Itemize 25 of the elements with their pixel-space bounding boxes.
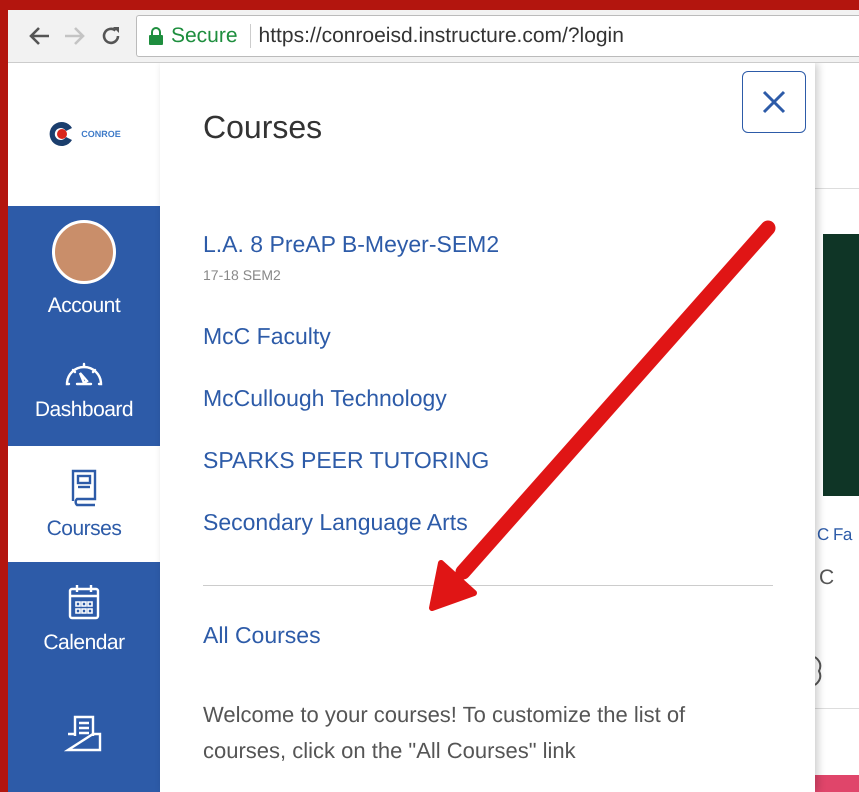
calendar-icon xyxy=(67,583,101,622)
close-button[interactable] xyxy=(742,71,806,133)
nav-item[interactable]: Calendar xyxy=(8,562,160,677)
lock-icon xyxy=(149,27,163,45)
card-title[interactable]: C Fa xyxy=(817,525,852,545)
course-link[interactable]: SPARKS PEER TUTORING xyxy=(203,447,773,474)
tray-title: Courses xyxy=(203,109,322,146)
course-link[interactable]: Secondary Language Arts xyxy=(203,509,773,536)
nav-item[interactable]: Account xyxy=(8,206,160,332)
all-courses-link[interactable]: All Courses xyxy=(203,622,321,648)
back-icon[interactable] xyxy=(28,26,50,46)
url-text: https://conroeisd.instructure.com/?login xyxy=(258,24,624,48)
course-link[interactable]: McC Faculty xyxy=(203,323,773,350)
reload-icon[interactable] xyxy=(100,25,122,47)
card-bar xyxy=(815,775,859,792)
welcome-text: Welcome to your courses! To customize the list of courses, click on the "All Courses" link xyxy=(203,701,686,765)
nav-item[interactable]: Dashboard xyxy=(8,331,160,446)
logo-text: CONROE xyxy=(81,129,121,140)
card-subtitle: C xyxy=(819,566,834,590)
course-link[interactable]: L.A. 8 PreAP B-Meyer-SEM2 xyxy=(203,231,773,258)
nav-item[interactable] xyxy=(8,676,160,792)
address-bar[interactable]: Secure https://conroeisd.instructure.com/?login xyxy=(136,15,859,57)
course-link[interactable]: McCullough Technology xyxy=(203,385,773,412)
course-term: 17-18 SEM2 xyxy=(203,267,282,283)
secure-label: Secure xyxy=(171,24,251,48)
